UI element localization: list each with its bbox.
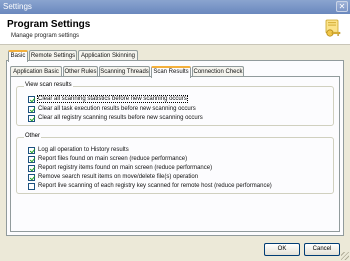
clear-scanning-statistics-checkbox[interactable]	[28, 95, 35, 103]
option-label: Log all operation to History results	[38, 147, 129, 153]
option-label: Report registry items found on main scre…	[38, 165, 213, 171]
settings-key-icon	[325, 19, 341, 37]
title-bar: Settings ✕	[0, 0, 350, 14]
page-title: Program Settings	[7, 19, 91, 30]
clear-scanning-statistics-option[interactable]: Clear all scanning statistics before new…	[28, 95, 188, 103]
resize-grip[interactable]	[341, 252, 349, 260]
remove-search-results-checkbox[interactable]	[28, 173, 35, 181]
tab-scan-results[interactable]: Scan Results	[151, 66, 191, 78]
report-files-checkbox[interactable]	[28, 155, 35, 163]
report-live-scanning-option[interactable]: Report live scanning of each registry ke…	[28, 182, 272, 190]
settings-header: Program Settings Manage program settings	[0, 14, 350, 45]
report-registry-items-option[interactable]: Report registry items found on main scre…	[28, 164, 212, 172]
page-subtitle: Manage program settings	[11, 33, 80, 39]
clear-registry-scanning-option[interactable]: Clear all registry scanning results befo…	[28, 114, 203, 122]
tab-basic[interactable]: Basic	[8, 50, 28, 62]
cancel-button[interactable]: Cancel	[304, 243, 340, 256]
option-label: Report files found on main screen (reduc…	[38, 156, 188, 162]
close-icon: ✕	[338, 2, 346, 11]
clear-task-execution-checkbox[interactable]	[28, 105, 35, 113]
option-label: Clear all registry scanning results befo…	[38, 115, 203, 121]
view-scan-results-legend: View scan results	[24, 82, 73, 88]
close-button[interactable]: ✕	[336, 1, 348, 12]
report-files-option[interactable]: Report files found on main screen (reduc…	[28, 155, 187, 163]
option-label: Report live scanning of each registry ke…	[38, 183, 272, 189]
clear-registry-scanning-checkbox[interactable]	[28, 114, 35, 122]
log-history-option[interactable]: Log all operation to History results	[28, 146, 129, 154]
report-live-scanning-checkbox[interactable]	[28, 182, 35, 190]
remove-search-results-option[interactable]: Remove search result items on move/delet…	[28, 173, 198, 181]
ok-button[interactable]: OK	[264, 243, 300, 256]
log-history-checkbox[interactable]	[28, 146, 35, 154]
option-label: Remove search result items on move/delet…	[38, 174, 199, 180]
option-label: Clear all task execution results before …	[38, 106, 196, 112]
clear-task-execution-option[interactable]: Clear all task execution results before …	[28, 105, 196, 113]
option-label: Clear all scanning statistics before new…	[37, 95, 188, 103]
window-title: Settings	[3, 2, 32, 11]
other-legend: Other	[24, 133, 42, 139]
report-registry-items-checkbox[interactable]	[28, 164, 35, 172]
